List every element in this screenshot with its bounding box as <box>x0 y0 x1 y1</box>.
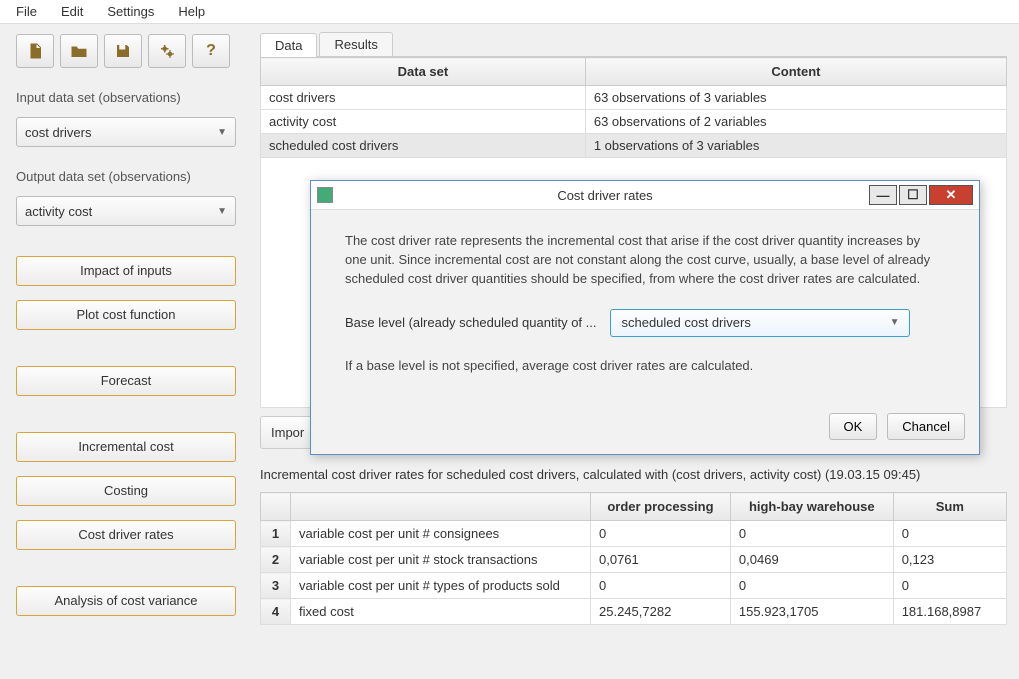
cell-high-bay: 0 <box>730 573 893 599</box>
impact-of-inputs-button[interactable]: Impact of inputs <box>16 256 236 286</box>
cost-driver-rates-button[interactable]: Cost driver rates <box>16 520 236 550</box>
cell-content: 63 observations of 3 variables <box>585 86 1006 110</box>
col-rownum <box>261 493 291 521</box>
table-row[interactable]: activity cost63 observations of 2 variab… <box>261 110 1007 134</box>
menu-settings[interactable]: Settings <box>107 4 154 19</box>
incremental-cost-button[interactable]: Incremental cost <box>16 432 236 462</box>
cell-label: variable cost per unit # consignees <box>291 521 591 547</box>
minimize-button[interactable]: — <box>869 185 897 205</box>
cell-high-bay: 0,0469 <box>730 547 893 573</box>
cell-label: fixed cost <box>291 599 591 625</box>
cell-dataset: scheduled cost drivers <box>261 134 586 158</box>
cell-rownum: 3 <box>261 573 291 599</box>
forecast-button[interactable]: Forecast <box>16 366 236 396</box>
cell-order-processing: 0 <box>591 521 731 547</box>
folder-open-icon <box>70 42 88 60</box>
plot-cost-function-button[interactable]: Plot cost function <box>16 300 236 330</box>
table-row[interactable]: 1 variable cost per unit # consignees 0 … <box>261 521 1007 547</box>
cell-label: variable cost per unit # stock transacti… <box>291 547 591 573</box>
col-dataset: Data set <box>261 58 586 86</box>
cell-sum: 0 <box>893 521 1006 547</box>
toolbar: ? <box>16 34 244 68</box>
help-button[interactable]: ? <box>192 34 230 68</box>
col-sum: Sum <box>893 493 1006 521</box>
cell-order-processing: 25.245,7282 <box>591 599 731 625</box>
base-level-select[interactable]: scheduled cost drivers ▼ <box>610 309 910 337</box>
menu-help[interactable]: Help <box>178 4 205 19</box>
dataset-table: Data set Content cost drivers63 observat… <box>260 57 1007 158</box>
question-icon: ? <box>206 42 216 60</box>
sidebar: ? Input data set (observations) cost dri… <box>0 24 260 626</box>
chevron-down-icon: ▼ <box>890 317 900 328</box>
table-row[interactable]: 4 fixed cost 25.245,7282 155.923,1705 18… <box>261 599 1007 625</box>
dialog-titlebar[interactable]: Cost driver rates — ☐ ✕ <box>311 181 979 210</box>
maximize-icon: ☐ <box>907 187 919 203</box>
maximize-button[interactable]: ☐ <box>899 185 927 205</box>
cell-dataset: cost drivers <box>261 86 586 110</box>
cell-high-bay: 155.923,1705 <box>730 599 893 625</box>
analysis-cost-variance-button[interactable]: Analysis of cost variance <box>16 586 236 616</box>
table-row[interactable]: 3 variable cost per unit # types of prod… <box>261 573 1007 599</box>
chevron-down-icon: ▼ <box>217 127 227 138</box>
dialog-description: The cost driver rate represents the incr… <box>345 232 945 289</box>
cell-rownum: 1 <box>261 521 291 547</box>
costing-button[interactable]: Costing <box>16 476 236 506</box>
cell-content: 63 observations of 2 variables <box>585 110 1006 134</box>
cell-rownum: 2 <box>261 547 291 573</box>
base-level-value: scheduled cost drivers <box>621 315 750 330</box>
app-icon <box>317 187 333 203</box>
menu-file[interactable]: File <box>16 4 37 19</box>
close-icon: ✕ <box>946 187 957 203</box>
ok-button[interactable]: OK <box>829 413 878 440</box>
output-dataset-label: Output data set (observations) <box>16 169 244 184</box>
cell-content: 1 observations of 3 variables <box>585 134 1006 158</box>
new-file-button[interactable] <box>16 34 54 68</box>
file-icon <box>26 42 44 60</box>
output-dataset-value: activity cost <box>25 204 92 219</box>
menubar: File Edit Settings Help <box>0 0 1019 24</box>
input-dataset-label: Input data set (observations) <box>16 90 244 105</box>
cell-sum: 0,123 <box>893 547 1006 573</box>
input-dataset-value: cost drivers <box>25 125 91 140</box>
cell-sum: 181.168,8987 <box>893 599 1006 625</box>
cell-order-processing: 0,0761 <box>591 547 731 573</box>
dialog-note: If a base level is not specified, averag… <box>345 357 945 376</box>
minimize-icon: — <box>877 188 890 203</box>
table-row[interactable]: cost drivers63 observations of 3 variabl… <box>261 86 1007 110</box>
output-dataset-select[interactable]: activity cost ▼ <box>16 196 236 226</box>
cancel-button[interactable]: Chancel <box>887 413 965 440</box>
cell-order-processing: 0 <box>591 573 731 599</box>
col-order-processing: order processing <box>591 493 731 521</box>
cell-rownum: 4 <box>261 599 291 625</box>
open-button[interactable] <box>60 34 98 68</box>
cell-label: variable cost per unit # types of produc… <box>291 573 591 599</box>
save-icon <box>114 42 132 60</box>
cell-dataset: activity cost <box>261 110 586 134</box>
table-row[interactable]: 2 variable cost per unit # stock transac… <box>261 547 1007 573</box>
tab-results[interactable]: Results <box>319 32 392 56</box>
col-high-bay-warehouse: high-bay warehouse <box>730 493 893 521</box>
table-row[interactable]: scheduled cost drivers1 observations of … <box>261 134 1007 158</box>
col-content: Content <box>585 58 1006 86</box>
input-dataset-select[interactable]: cost drivers ▼ <box>16 117 236 147</box>
settings-button[interactable] <box>148 34 186 68</box>
gears-icon <box>158 42 176 60</box>
cell-high-bay: 0 <box>730 521 893 547</box>
result-table: order processing high-bay warehouse Sum … <box>260 492 1007 625</box>
menu-edit[interactable]: Edit <box>61 4 83 19</box>
tabs: Data Results <box>260 32 1007 57</box>
tab-data[interactable]: Data <box>260 33 317 57</box>
cell-sum: 0 <box>893 573 1006 599</box>
result-caption: Incremental cost driver rates for schedu… <box>260 467 1007 482</box>
base-level-label: Base level (already scheduled quantity o… <box>345 315 596 330</box>
dialog-title: Cost driver rates <box>341 188 869 203</box>
close-button[interactable]: ✕ <box>929 185 973 205</box>
cost-driver-rates-dialog: Cost driver rates — ☐ ✕ The cost driver … <box>310 180 980 455</box>
save-button[interactable] <box>104 34 142 68</box>
chevron-down-icon: ▼ <box>217 206 227 217</box>
col-metric <box>291 493 591 521</box>
